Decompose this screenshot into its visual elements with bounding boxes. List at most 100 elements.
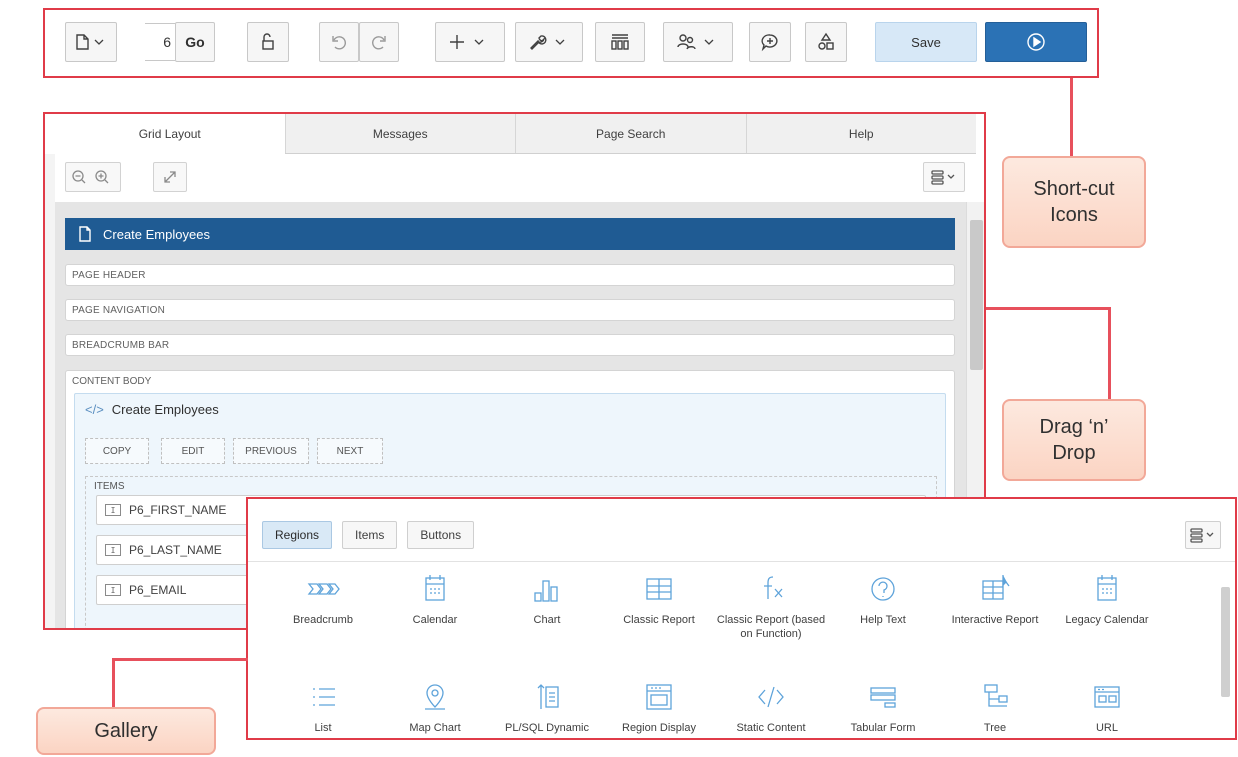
tab-page-search[interactable]: Page Search [515, 114, 746, 153]
shapes-icon [818, 32, 834, 50]
gallery-item-tree[interactable]: Tree [940, 679, 1050, 735]
gallery-item-label: Classic Report [623, 614, 695, 626]
layout-toolbar [55, 154, 976, 200]
dragdrop-connector-v [1108, 307, 1111, 401]
go-button[interactable]: Go [175, 22, 215, 62]
edit-button-slot[interactable]: EDIT [161, 438, 225, 464]
page-header-bar[interactable]: Create Employees [65, 218, 955, 250]
code-icon [758, 686, 784, 708]
zoom-out-icon[interactable] [72, 170, 86, 184]
collapse-handle[interactable] [45, 154, 55, 628]
gallery-item-label: List [314, 722, 332, 734]
text-field-icon: I [105, 504, 121, 516]
page-selector-button[interactable] [65, 22, 117, 62]
next-button-slot[interactable]: NEXT [317, 438, 383, 464]
gallery-item-interactive-report[interactable]: Interactive Report [940, 571, 1050, 627]
gallery-item-breadcrumb[interactable]: Breadcrumb [268, 571, 378, 627]
shared-components-icon [611, 34, 629, 50]
page-number-field[interactable]: 6 [145, 23, 175, 61]
expand-icon [164, 171, 176, 183]
interactive-report-icon [982, 575, 1010, 600]
gallery-item-label: Static Content [736, 722, 806, 734]
gallery-item-label: PL/SQL Dynamic [505, 722, 589, 734]
calendar-icon [425, 575, 445, 601]
gallery-item-label: Chart [533, 614, 561, 626]
item-label: P6_LAST_NAME [129, 543, 222, 557]
comments-button[interactable] [749, 22, 791, 62]
plsql-icon [537, 684, 559, 709]
gallery-item-label: Region Display [622, 722, 696, 734]
gallery-item-help-text[interactable]: Help Text [828, 571, 938, 627]
zoom-in-icon[interactable] [95, 170, 109, 184]
expand-button[interactable] [153, 162, 187, 192]
shared-components-button[interactable] [595, 22, 645, 62]
gallery-connector-v [112, 658, 115, 712]
text-field-icon: I [105, 544, 121, 556]
text-field-icon: I [105, 584, 121, 596]
tab-buttons[interactable]: Buttons [407, 521, 475, 549]
previous-button-slot[interactable]: PREVIOUS [233, 438, 309, 464]
tab-grid-layout[interactable]: Grid Layout [55, 114, 285, 154]
tab-items[interactable]: Items [342, 521, 398, 549]
content-body-label: CONTENT BODY [72, 376, 152, 387]
gallery-item-label: Calendar [412, 614, 458, 626]
designer-tabs: Grid Layout Messages Page Search Help [55, 114, 976, 154]
run-page-button[interactable] [985, 22, 1087, 62]
gallery-item-legacy-calendar[interactable]: Legacy Calendar [1052, 571, 1162, 627]
scrollbar-thumb[interactable] [1221, 587, 1230, 697]
tab-regions[interactable]: Regions [262, 521, 333, 549]
gallery-item-url[interactable]: URL [1052, 679, 1162, 735]
gallery-item-list[interactable]: List [268, 679, 378, 735]
undo-button[interactable] [319, 22, 359, 62]
gallery-item-classic-report[interactable]: Classic Report [604, 571, 714, 627]
gallery-item-tabular-form[interactable]: Tabular Form [828, 679, 938, 735]
utilities-menu-button[interactable] [515, 22, 583, 62]
page-icon [79, 226, 91, 242]
gallery-item-plsql-dynamic[interactable]: PL/SQL Dynamic [492, 679, 602, 735]
gallery-item-label: Help Text [860, 614, 906, 626]
gallery-item-chart[interactable]: Chart [492, 571, 602, 627]
slot-page-navigation[interactable]: PAGE NAVIGATION [65, 299, 955, 321]
page-icon [76, 34, 104, 50]
gallery-item-classic-report-function[interactable]: Classic Report (based on Function) [716, 571, 826, 641]
display-options-button[interactable] [923, 162, 965, 192]
gallery-divider [248, 561, 1235, 562]
bar-chart-icon [534, 580, 558, 602]
url-icon [1094, 686, 1120, 708]
tab-messages[interactable]: Messages [284, 114, 515, 153]
tab-help[interactable]: Help [745, 114, 976, 153]
save-button[interactable]: Save [875, 22, 977, 62]
table-icon [646, 578, 672, 600]
menu-icon [931, 170, 955, 185]
slot-page-header[interactable]: PAGE HEADER [65, 264, 955, 286]
callout-text: Drag ‘n’ Drop [1039, 416, 1109, 464]
calendar-icon [1097, 575, 1117, 601]
gallery-item-region-display[interactable]: Region Display [604, 679, 714, 735]
team-development-button[interactable] [663, 22, 733, 62]
shared-shapes-button[interactable] [805, 22, 847, 62]
gallery-item-calendar[interactable]: Calendar [380, 571, 490, 627]
list-icon [313, 688, 335, 706]
unlock-icon [262, 33, 274, 50]
gallery-item-static-content[interactable]: Static Content [716, 679, 826, 735]
copy-button-slot[interactable]: COPY [85, 438, 149, 464]
plus-icon [450, 35, 484, 49]
map-pin-icon [425, 684, 445, 710]
shortcut-icons-callout: Short-cut Icons [1002, 156, 1146, 248]
redo-icon [372, 36, 386, 50]
gallery-scrollbar[interactable] [1219, 565, 1231, 735]
gallery-options-button[interactable] [1185, 521, 1221, 549]
gallery-item-label: Legacy Calendar [1065, 614, 1149, 626]
redo-button[interactable] [359, 22, 399, 62]
help-icon [871, 577, 895, 601]
slot-breadcrumb-bar[interactable]: BREADCRUMB BAR [65, 334, 955, 356]
function-icon [764, 576, 783, 599]
lock-button[interactable] [247, 22, 289, 62]
gallery-callout: Gallery [36, 707, 216, 755]
create-menu-button[interactable] [435, 22, 505, 62]
gallery-item-map-chart[interactable]: Map Chart [380, 679, 490, 735]
drag-n-drop-callout: Drag ‘n’ Drop [1002, 399, 1146, 481]
scrollbar-thumb[interactable] [970, 220, 983, 370]
code-icon: </> [85, 402, 104, 417]
gallery-item-label: URL [1095, 722, 1118, 734]
